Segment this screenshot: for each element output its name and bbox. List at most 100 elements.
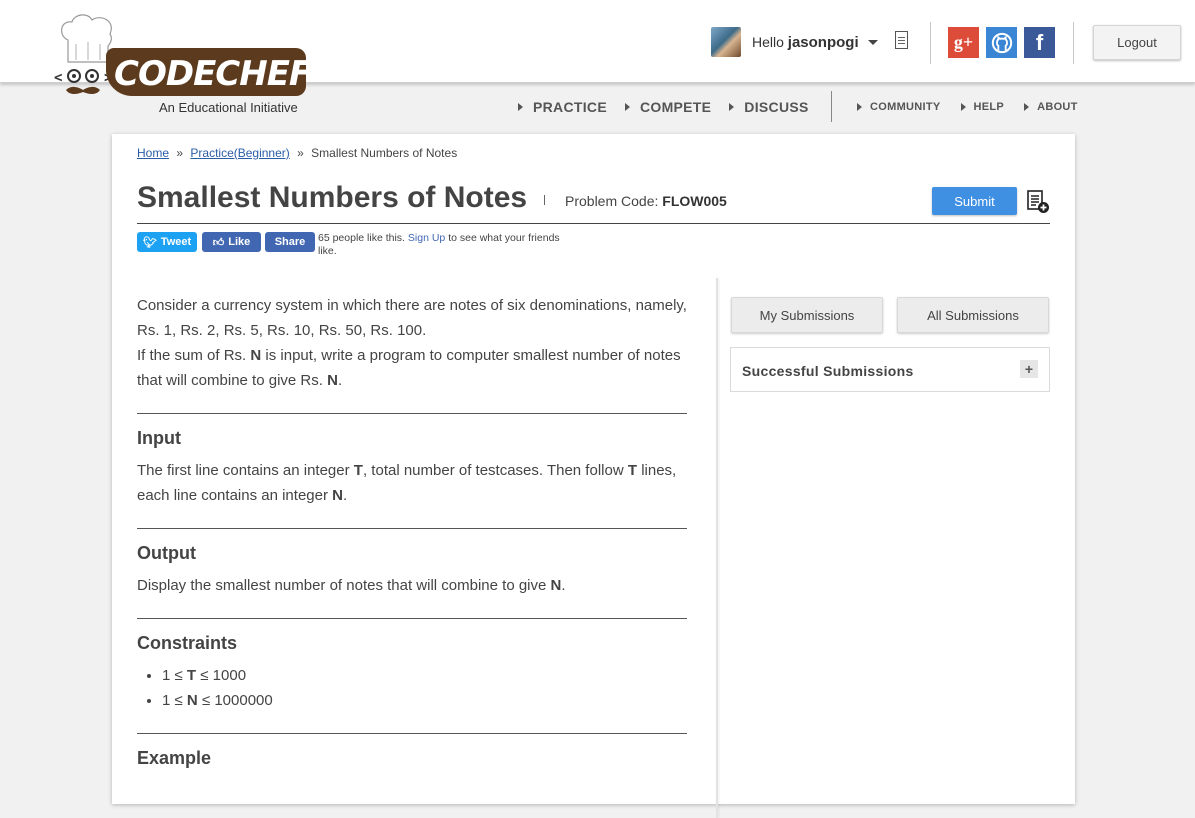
breadcrumb: Home » Practice(Beginner) » Smallest Num…: [137, 146, 457, 160]
section-rule: [137, 528, 687, 529]
output-text: Display the smallest number of notes tha…: [137, 573, 687, 598]
problem-code-value: FLOW005: [662, 193, 727, 209]
greeting-text: Hello: [752, 33, 784, 50]
facebook-share-button[interactable]: Share: [265, 232, 315, 252]
header-divider: [1073, 22, 1074, 64]
triangle-right-icon: [960, 103, 966, 111]
nav-label: HELP: [973, 101, 1005, 113]
section-rule: [137, 733, 687, 734]
caret-down-icon[interactable]: [867, 39, 878, 45]
like-count-text: 65 people like this. Sign Up to see what…: [318, 232, 578, 258]
avatar[interactable]: [711, 27, 741, 57]
nav-label: DISCUSS: [744, 99, 809, 115]
var-n: N: [332, 487, 343, 504]
user-menu[interactable]: Hello jasonpogi: [711, 26, 878, 58]
constraint-post: ≤ 1000000: [201, 692, 273, 709]
problem-code-label: Problem Code:: [565, 193, 659, 209]
input-text-part: The first line contains an integer: [137, 462, 350, 479]
breadcrumb-home[interactable]: Home: [137, 146, 169, 160]
my-submissions-button[interactable]: My Submissions: [731, 297, 883, 333]
constraints-heading: Constraints: [137, 633, 238, 653]
facebook-like-button[interactable]: 👍︎ Like: [202, 232, 261, 252]
svg-text:<: <: [54, 70, 62, 86]
successful-submissions-panel[interactable]: Successful Submissions +: [730, 347, 1050, 392]
logo-tagline: An Educational Initiative: [159, 100, 298, 115]
top-header: < > CODECHEF An Educational Initiative H…: [0, 0, 1195, 115]
var-n: N: [550, 577, 562, 594]
problem-code: Problem Code: FLOW005: [565, 193, 727, 209]
var-n: N: [327, 372, 338, 389]
triangle-right-icon: [1024, 103, 1030, 111]
statement-text: Consider a currency system in which ther…: [137, 297, 687, 339]
var-t: T: [353, 462, 363, 479]
nav-community[interactable]: COMMUNITY: [857, 101, 941, 113]
submit-button[interactable]: Submit: [932, 187, 1017, 215]
problem-statement: Consider a currency system in which ther…: [137, 293, 687, 769]
input-text-part: , total number of testcases. Then follow: [362, 462, 624, 479]
constraint-pre: 1 ≤: [162, 667, 183, 684]
add-to-notes-icon[interactable]: [1026, 190, 1050, 214]
var-t: T: [627, 462, 638, 479]
nav-practice[interactable]: PRACTICE: [518, 99, 607, 115]
nav-label: PRACTICE: [533, 99, 607, 115]
constraints-list: 1 ≤ T ≤ 1000 1 ≤ N ≤ 1000000: [137, 663, 687, 713]
example-heading: Example: [137, 748, 212, 768]
nav-compete[interactable]: COMPETE: [624, 99, 712, 115]
logout-button[interactable]: Logout: [1093, 25, 1181, 60]
expand-plus-icon[interactable]: +: [1020, 360, 1038, 378]
column-divider: [716, 278, 718, 818]
statement-paragraph: Consider a currency system in which ther…: [137, 293, 687, 393]
input-text: The first line contains an integer T, to…: [137, 458, 687, 508]
triangle-right-icon: [729, 103, 735, 111]
problem-card: Home » Practice(Beginner) » Smallest Num…: [112, 134, 1075, 818]
output-heading: Output: [137, 543, 196, 563]
secondary-nav: COMMUNITY HELP ABOUT: [857, 101, 1098, 113]
like-count: 65 people like this.: [318, 232, 405, 244]
page-title: Smallest Numbers of Notes: [137, 181, 528, 214]
tweet-label: Tweet: [160, 236, 192, 248]
github-octocat-icon: [991, 32, 1012, 53]
facebook-icon[interactable]: f: [1024, 27, 1055, 58]
breadcrumb-practice[interactable]: Practice(Beginner): [190, 146, 289, 160]
statement-text: If the sum of Rs.: [137, 347, 247, 364]
section-rule: [137, 413, 687, 414]
triangle-right-icon: [857, 103, 862, 111]
breadcrumb-current: Smallest Numbers of Notes: [311, 146, 458, 160]
codechef-logo[interactable]: < > CODECHEF An Educational Initiative: [52, 14, 312, 118]
nav-divider: [831, 91, 832, 122]
username: jasonpogi: [787, 33, 859, 51]
statement-text: .: [337, 372, 343, 389]
title-rule: [137, 223, 1050, 224]
list-item: 1 ≤ N ≤ 1000000: [162, 688, 687, 713]
signup-link[interactable]: Sign Up: [408, 232, 445, 244]
nav-label: COMMUNITY: [870, 101, 941, 113]
successful-submissions-title: Successful Submissions: [742, 363, 914, 379]
list-item: 1 ≤ T ≤ 1000: [162, 663, 687, 688]
constraint-post: ≤ 1000: [200, 667, 247, 684]
like-label: Like: [228, 236, 251, 248]
breadcrumb-separator: »: [297, 146, 304, 160]
user-greeting: Hello jasonpogi: [752, 34, 859, 51]
input-text-part: .: [342, 487, 348, 504]
nav-help[interactable]: HELP: [960, 101, 1005, 113]
input-heading: Input: [137, 428, 181, 448]
nav-about[interactable]: ABOUT: [1024, 101, 1078, 113]
logo-wordmark: CODECHEF: [114, 54, 312, 94]
header-divider: [930, 22, 931, 64]
notes-icon[interactable]: [895, 31, 908, 49]
breadcrumb-separator: »: [176, 146, 184, 160]
nav-label: COMPETE: [639, 99, 712, 115]
all-submissions-button[interactable]: All Submissions: [897, 297, 1049, 333]
title-divider: [544, 195, 545, 205]
constraint-var: N: [186, 692, 198, 709]
output-text-part: Display the smallest number of notes tha…: [137, 577, 547, 594]
section-rule: [137, 618, 687, 619]
tweet-button[interactable]: 🐦︎ Tweet: [137, 232, 197, 252]
google-plus-icon[interactable]: g+: [948, 27, 979, 58]
constraint-pre: 1 ≤: [162, 692, 183, 709]
var-n: N: [250, 347, 262, 364]
nav-discuss[interactable]: DISCUSS: [729, 99, 808, 115]
triangle-right-icon: [518, 103, 523, 111]
github-icon[interactable]: [986, 27, 1017, 58]
main-nav: PRACTICE COMPETE DISCUSS: [518, 99, 827, 115]
